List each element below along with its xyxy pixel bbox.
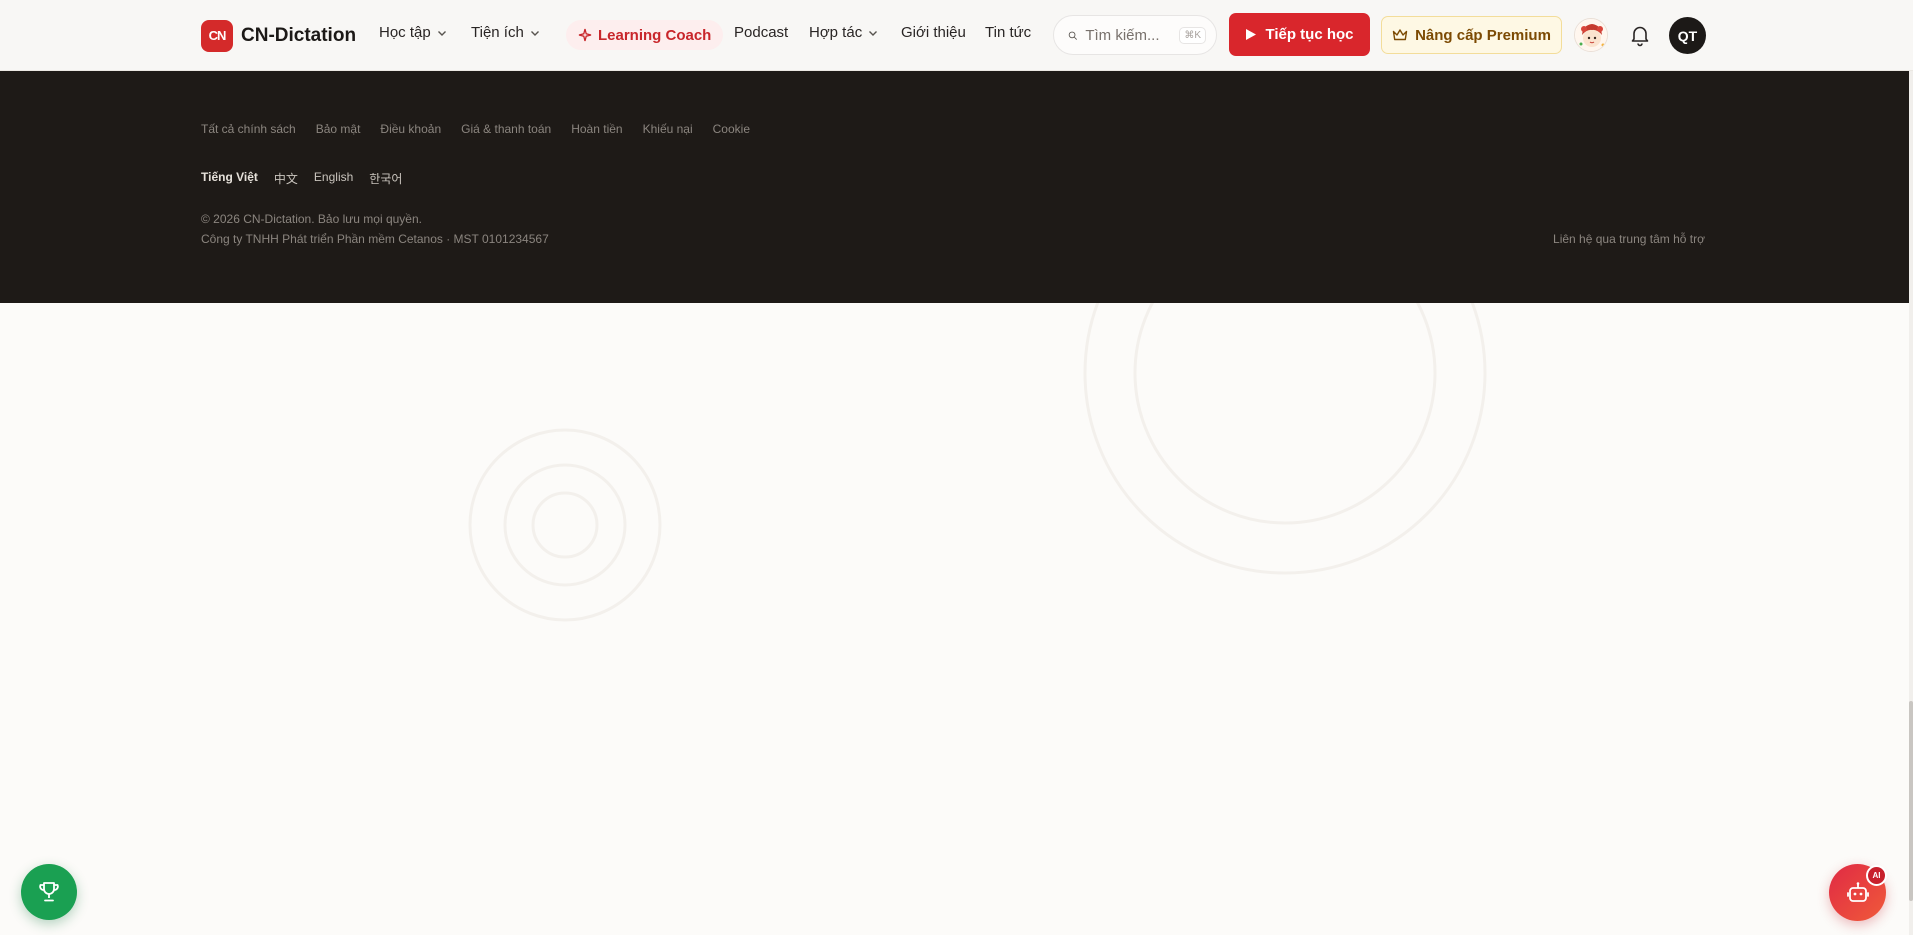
cn-logo-icon: CN [201, 19, 233, 52]
language-korean[interactable]: 한국어 [369, 170, 402, 187]
user-initials: QT [1677, 27, 1698, 44]
robot-icon [1846, 881, 1869, 902]
logo-text: CN-Dictation [241, 24, 357, 46]
nav-hop-tac-label: Hợp tác [809, 24, 863, 41]
nav-podcast-label: Podcast [734, 24, 789, 41]
nav-hoc-tap-label: Học tập [379, 24, 431, 41]
search-box[interactable]: ⌘K [1053, 15, 1217, 55]
character-avatar-icon [1575, 19, 1607, 51]
page: CN CN-Dictation Học tập Tiện ích Learnin… [0, 0, 1913, 935]
search-icon [1068, 31, 1077, 40]
logo-mark-text: CN [208, 28, 227, 43]
ai-badge: AI [1866, 865, 1887, 886]
policy-link-complaints[interactable]: Khiếu nại [643, 122, 693, 136]
leaderboard-button[interactable] [21, 864, 77, 920]
nav-podcast[interactable]: Podcast [734, 24, 788, 41]
upgrade-premium-button[interactable]: Nâng cấp Premium [1381, 16, 1562, 54]
company-info: Công ty TNHH Phát triển Phần mềm Cetanos… [201, 232, 549, 246]
policy-link-privacy[interactable]: Bảo mật [316, 122, 361, 136]
nav-tien-ich[interactable]: Tiện ích [471, 24, 540, 41]
play-icon [1246, 29, 1257, 40]
language-switcher: Tiếng Việt 中文 English 한국어 [201, 170, 402, 187]
policy-link-all[interactable]: Tất cả chính sách [201, 122, 296, 136]
bell-icon [1631, 26, 1649, 47]
nav-gioi-thieu-label: Giới thiệu [901, 24, 966, 41]
nav-tin-tuc-label: Tin tức [985, 24, 1032, 41]
language-english[interactable]: English [314, 170, 353, 187]
ai-badge-label: AI [1872, 871, 1881, 880]
continue-learning-button[interactable]: Tiếp tục học [1229, 13, 1370, 56]
user-avatar[interactable]: QT [1669, 17, 1706, 54]
sparkle-icon [578, 28, 592, 42]
nav-gioi-thieu[interactable]: Giới thiệu [901, 24, 966, 41]
logo-link[interactable]: CN CN-Dictation [201, 19, 356, 52]
policy-link-pricing[interactable]: Giá & thanh toán [461, 122, 551, 136]
top-header: CN CN-Dictation Học tập Tiện ích Learnin… [0, 0, 1913, 71]
nav-hop-tac[interactable]: Hợp tác [809, 24, 878, 41]
language-chinese[interactable]: 中文 [274, 170, 298, 187]
search-shortcut-badge: ⌘K [1179, 26, 1206, 44]
scrollbar-thumb[interactable] [1909, 701, 1913, 901]
nav-hoc-tap[interactable]: Học tập [379, 24, 447, 41]
search-input[interactable] [1085, 26, 1172, 44]
chevron-down-icon [869, 30, 878, 36]
support-center-link[interactable]: Liên hệ qua trung tâm hỗ trợ [1553, 232, 1705, 246]
site-footer: Tất cả chính sách Bảo mật Điều khoản Giá… [0, 71, 1909, 303]
profile-picture[interactable] [1574, 18, 1608, 52]
notifications-button[interactable] [1628, 23, 1652, 47]
nav-tien-ich-label: Tiện ích [471, 24, 524, 41]
crown-icon [1392, 29, 1408, 41]
policy-links: Tất cả chính sách Bảo mật Điều khoản Giá… [201, 122, 750, 136]
nav-learning-coach-label: Learning Coach [598, 26, 712, 44]
policy-link-terms[interactable]: Điều khoản [380, 122, 441, 136]
policy-link-refund[interactable]: Hoàn tiền [571, 122, 622, 136]
nav-tin-tuc[interactable]: Tin tức [985, 24, 1031, 41]
chevron-down-icon [437, 30, 446, 36]
copyright-text: © 2026 CN-Dictation. Bảo lưu mọi quyền. [201, 212, 422, 226]
policy-link-cookie[interactable]: Cookie [713, 122, 750, 136]
language-vietnamese[interactable]: Tiếng Việt [201, 170, 258, 187]
upgrade-premium-label: Nâng cấp Premium [1415, 26, 1551, 44]
page-scrollbar[interactable] [1909, 71, 1913, 935]
chevron-down-icon [530, 30, 539, 36]
trophy-icon [39, 882, 59, 902]
nav-learning-coach[interactable]: Learning Coach [566, 20, 724, 50]
continue-learning-label: Tiếp tục học [1265, 26, 1354, 43]
background-watermark-decoration [468, 303, 1487, 622]
